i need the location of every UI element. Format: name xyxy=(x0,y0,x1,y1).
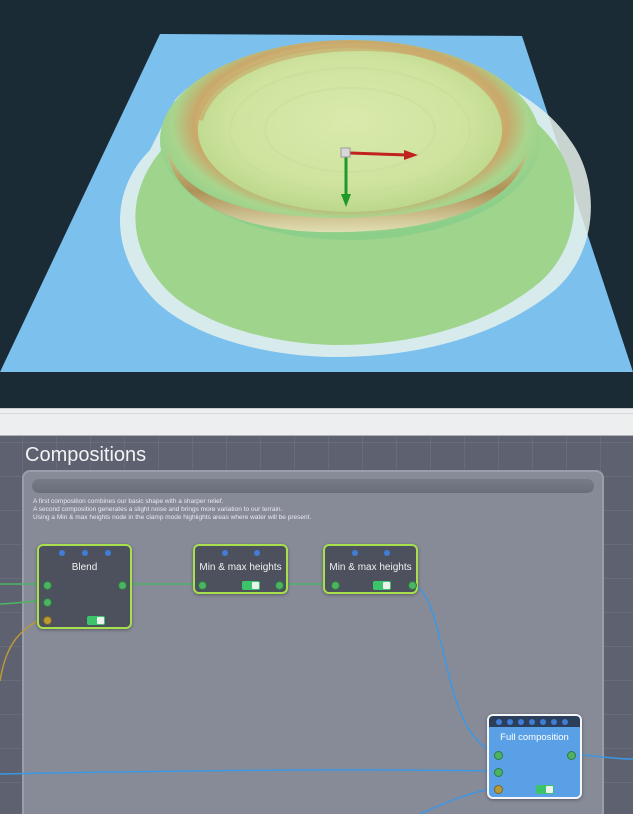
full-composition-node[interactable]: Full composition xyxy=(487,714,582,799)
wire xyxy=(573,753,633,760)
node-dot xyxy=(105,550,111,556)
blend-node-title: Blend xyxy=(71,562,98,573)
blend-input-port[interactable] xyxy=(43,581,52,590)
full-composition-title: Full composition xyxy=(500,732,569,743)
node-dot xyxy=(254,550,260,556)
wire xyxy=(413,583,498,754)
wire xyxy=(0,600,43,605)
blend-mask-port[interactable] xyxy=(43,616,52,625)
panel-splitter[interactable] xyxy=(0,408,633,436)
full-composition-input-port[interactable] xyxy=(494,751,503,760)
node-dot xyxy=(518,719,524,725)
3d-viewport[interactable] xyxy=(0,0,633,408)
wire xyxy=(0,769,498,775)
min-max-heights-title: Min & max heights xyxy=(199,562,282,573)
wire xyxy=(0,618,43,682)
min-max-enable-toggle[interactable] xyxy=(373,581,391,590)
full-composition-output-port[interactable] xyxy=(567,751,576,760)
node-dot xyxy=(384,550,390,556)
full-composition-input-port[interactable] xyxy=(494,768,503,777)
gizmo-origin xyxy=(340,147,351,158)
node-graph[interactable]: Compositions A first composition combine… xyxy=(0,436,633,814)
blend-output-port[interactable] xyxy=(118,581,127,590)
min-max-enable-toggle[interactable] xyxy=(242,581,260,590)
wire xyxy=(419,787,498,814)
blend-input-port[interactable] xyxy=(43,598,52,607)
node-dot xyxy=(82,550,88,556)
min-max-output-port[interactable] xyxy=(408,581,417,590)
terrain-render xyxy=(0,34,633,372)
full-composition-mask-port[interactable] xyxy=(494,785,503,794)
min-max-input-port[interactable] xyxy=(198,581,207,590)
node-dot xyxy=(59,550,65,556)
min-max-input-port[interactable] xyxy=(331,581,340,590)
min-max-heights-title: Min & max heights xyxy=(329,562,412,573)
node-dot xyxy=(529,719,535,725)
node-dot xyxy=(540,719,546,725)
node-dot xyxy=(222,550,228,556)
min-max-output-port[interactable] xyxy=(275,581,284,590)
node-dot xyxy=(507,719,513,725)
node-dot xyxy=(562,719,568,725)
node-dot xyxy=(551,719,557,725)
full-composition-enable-toggle[interactable] xyxy=(536,785,554,794)
node-dot xyxy=(496,719,502,725)
min-max-heights-node-1[interactable]: Min & max heights xyxy=(193,544,288,594)
node-dot xyxy=(352,550,358,556)
blend-node[interactable]: Blend xyxy=(37,544,132,629)
gizmo-x-axis xyxy=(349,151,409,157)
min-max-heights-node-2[interactable]: Min & max heights xyxy=(323,544,418,594)
blend-enable-toggle[interactable] xyxy=(87,616,105,625)
